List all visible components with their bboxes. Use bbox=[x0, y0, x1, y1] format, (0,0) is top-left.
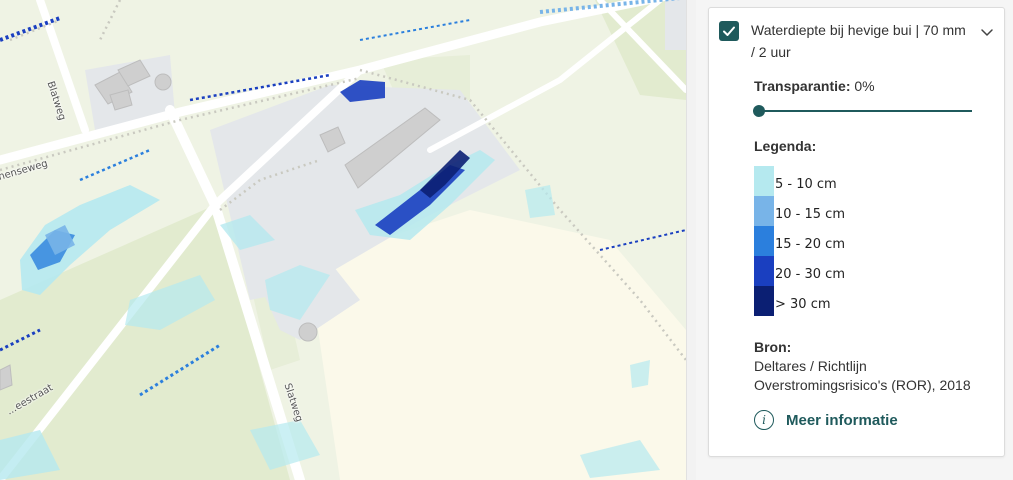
source-title: Bron: bbox=[754, 339, 792, 355]
legend-swatch bbox=[754, 166, 774, 196]
water-line bbox=[359, 19, 471, 41]
legend-label: > 30 cm bbox=[775, 297, 831, 312]
legend-color-bar bbox=[754, 166, 774, 316]
transparency-title: Transparantie: bbox=[754, 78, 851, 94]
legend-swatch bbox=[754, 286, 774, 316]
layer-card: Waterdiepte bij hevige bui | 70 mm / 2 u… bbox=[708, 7, 1005, 457]
more-info-label[interactable]: Meer informatie bbox=[786, 412, 898, 429]
transparency-slider[interactable] bbox=[753, 101, 972, 121]
legend-label: 15 - 20 cm bbox=[775, 237, 845, 252]
legend-swatch bbox=[754, 196, 774, 226]
layer-panel: Waterdiepte bij hevige bui | 70 mm / 2 u… bbox=[696, 0, 1013, 480]
info-icon[interactable]: i bbox=[754, 410, 774, 430]
map-canvas[interactable] bbox=[0, 0, 686, 480]
checkmark-icon bbox=[723, 26, 735, 36]
source-text: Deltares / Richtlijn Overstromingsrisico… bbox=[754, 358, 971, 393]
more-info-link[interactable]: i Meer informatie bbox=[754, 409, 898, 431]
transparency-label: Transparantie: 0% bbox=[754, 78, 875, 94]
water-patch bbox=[525, 185, 555, 218]
legend-labels: 5 - 10 cm 10 - 15 cm 15 - 20 cm 20 - 30 … bbox=[775, 178, 845, 328]
slider-handle[interactable] bbox=[753, 105, 765, 117]
chevron-down-icon[interactable] bbox=[979, 24, 995, 40]
layer-title[interactable]: Waterdiepte bij hevige bui | 70 mm / 2 u… bbox=[751, 19, 971, 63]
map-view[interactable]: Blatweg Slatweg ...nenseweg ...eestraat bbox=[0, 0, 686, 480]
building bbox=[154, 73, 172, 91]
transparency-value: 0% bbox=[854, 78, 875, 94]
paved-area bbox=[665, 0, 686, 50]
layer-checkbox[interactable] bbox=[719, 21, 739, 41]
legend-label: 5 - 10 cm bbox=[775, 177, 837, 192]
water-line bbox=[599, 229, 686, 251]
legend-title: Legenda: bbox=[754, 138, 817, 154]
legend-label: 20 - 30 cm bbox=[775, 267, 845, 282]
water-line bbox=[79, 148, 151, 182]
legend-swatch bbox=[754, 256, 774, 286]
legend-swatch bbox=[754, 226, 774, 256]
building bbox=[298, 322, 318, 342]
legend-label: 10 - 15 cm bbox=[775, 207, 845, 222]
building bbox=[0, 364, 13, 391]
slider-track[interactable] bbox=[759, 110, 972, 112]
